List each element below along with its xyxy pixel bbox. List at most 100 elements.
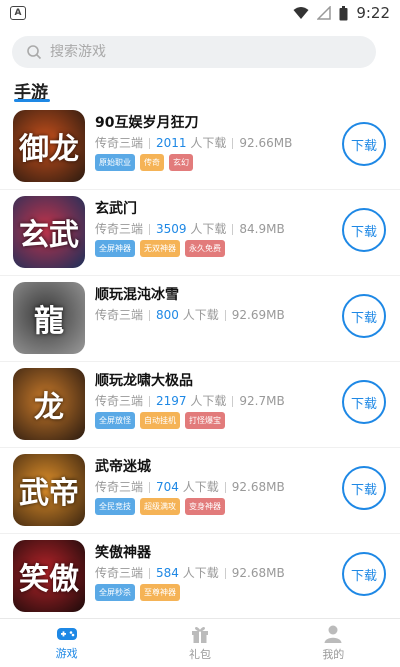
a-icon: A <box>10 6 26 20</box>
game-name[interactable]: 顺玩龙啸大极品 <box>95 370 193 390</box>
download-button[interactable]: 下载 <box>342 294 386 338</box>
game-icon[interactable]: 武帝 <box>13 454 85 526</box>
game-category: 传奇三端 <box>95 222 144 236</box>
download-suffix: 人下载 <box>186 136 227 150</box>
tag-list: 全民竞技 超级满攻 变身神器 <box>95 498 225 515</box>
game-icon-art: 龙 <box>34 390 64 425</box>
download-suffix: 人下载 <box>178 566 219 580</box>
game-list-item[interactable]: 笑傲 笑傲神器 传奇三端 584 人下载 92.68MB 全屏秒杀 至尊神器 下载 <box>0 534 400 620</box>
section-underline <box>14 99 50 102</box>
game-category: 传奇三端 <box>95 308 144 322</box>
game-tag: 超级满攻 <box>140 498 180 515</box>
game-size: 92.7MB <box>239 394 285 408</box>
game-size: 84.9MB <box>239 222 285 236</box>
download-suffix: 人下载 <box>186 394 227 408</box>
download-button[interactable]: 下载 <box>342 552 386 596</box>
game-name[interactable]: 顺玩混沌冰雪 <box>95 284 179 304</box>
bottom-nav: 游戏 礼包 我的 <box>0 618 400 667</box>
download-count: 704 <box>156 480 179 494</box>
divider <box>149 310 151 321</box>
game-icon-art: 御龙 <box>19 132 79 167</box>
game-tag: 全屏神器 <box>95 240 135 257</box>
game-meta: 传奇三端 704 人下载 92.68MB <box>95 478 285 495</box>
battery-icon <box>339 5 348 20</box>
game-category: 传奇三端 <box>95 480 144 494</box>
download-count: 584 <box>156 566 179 580</box>
game-list-item[interactable]: 御龙 90互娱岁月狂刀传奇三端 2011 人下载 92.66MB 原始职业 传奇 玄幻 下载 <box>0 104 400 190</box>
game-name[interactable]: 武帝迷城 <box>95 456 151 476</box>
download-button[interactable]: 下载 <box>342 208 386 252</box>
divider <box>232 396 234 407</box>
game-name[interactable]: 90互娱岁月狂刀 <box>95 112 198 132</box>
game-icon-art: 武帝 <box>19 476 79 511</box>
nav-label: 游戏 <box>55 647 78 660</box>
game-size: 92.68MB <box>231 566 285 580</box>
game-tag: 自动挂机 <box>140 412 180 429</box>
game-icon[interactable]: 龙 <box>13 368 85 440</box>
divider <box>149 568 151 579</box>
nav-item-gamepad[interactable]: 游戏 <box>0 619 133 667</box>
game-icon[interactable]: 龍 <box>13 282 85 354</box>
divider <box>224 568 226 579</box>
game-category: 传奇三端 <box>95 394 144 408</box>
game-tag: 变身神器 <box>185 498 225 515</box>
tag-list: 全屏秒杀 至尊神器 <box>95 584 180 601</box>
gift-icon <box>191 627 208 643</box>
game-list-item[interactable]: 龙 顺玩龙啸大极品传奇三端 2197 人下载 92.7MB 全屏放怪 自动挂机 打怪爆宝 下载 <box>0 362 400 448</box>
divider <box>149 482 151 493</box>
game-icon[interactable]: 玄武 <box>13 196 85 268</box>
game-tag: 全民竞技 <box>95 498 135 515</box>
game-meta: 传奇三端 800 人下载 92.69MB <box>95 306 285 323</box>
game-tag: 永久免费 <box>185 240 225 257</box>
nav-item-gift[interactable]: 礼包 <box>133 619 266 667</box>
game-category: 传奇三端 <box>95 136 144 150</box>
game-icon[interactable]: 笑傲 <box>13 540 85 612</box>
search-box[interactable] <box>12 36 376 68</box>
game-tag: 传奇 <box>140 154 164 171</box>
game-meta: 传奇三端 2011 人下载 92.66MB <box>95 134 292 151</box>
download-count: 800 <box>156 308 179 322</box>
game-list-item[interactable]: 龍 顺玩混沌冰雪 传奇三端 800 人下载 92.69MB 下载 <box>0 276 400 362</box>
game-list-item[interactable]: 武帝 武帝迷城传奇三端 704 人下载 92.68MB 全民竞技 超级满攻 变身神器 下载 <box>0 448 400 534</box>
divider <box>149 224 151 235</box>
download-count: 3509 <box>156 222 187 236</box>
game-tag: 至尊神器 <box>140 584 180 601</box>
game-list-item[interactable]: 玄武 玄武门 传奇三端 3509 人下载 84.9MB 全屏神器 无双神器 永久免费 下载 <box>0 190 400 276</box>
search-input[interactable] <box>50 44 350 60</box>
game-meta: 传奇三端 584 人下载 92.68MB <box>95 564 285 581</box>
user-icon <box>324 625 342 643</box>
game-size: 92.68MB <box>231 480 285 494</box>
divider <box>149 138 151 149</box>
download-count: 2011 <box>156 136 187 150</box>
game-size: 92.66MB <box>239 136 293 150</box>
tag-list: 原始职业 传奇 玄幻 <box>95 154 193 171</box>
game-meta: 传奇三端 2197 人下载 92.7MB <box>95 392 285 409</box>
tag-list: 全屏放怪 自动挂机 打怪爆宝 <box>95 412 225 429</box>
divider <box>232 138 234 149</box>
game-icon-art: 笑傲 <box>19 562 79 597</box>
download-count: 2197 <box>156 394 187 408</box>
game-size: 92.69MB <box>231 308 285 322</box>
game-tag: 原始职业 <box>95 154 135 171</box>
divider <box>224 310 226 321</box>
nav-label: 礼包 <box>188 648 211 661</box>
gamepad-icon <box>56 628 77 640</box>
tag-list: 全屏神器 无双神器 永久免费 <box>95 240 225 257</box>
download-button[interactable]: 下载 <box>342 122 386 166</box>
game-name[interactable]: 笑傲神器 <box>95 542 151 562</box>
game-meta: 传奇三端 3509 人下载 84.9MB <box>95 220 285 237</box>
divider <box>232 224 234 235</box>
game-icon[interactable]: 御龙 <box>13 110 85 182</box>
game-name[interactable]: 玄武门 <box>95 198 137 218</box>
download-suffix: 人下载 <box>178 480 219 494</box>
game-tag: 全屏放怪 <box>95 412 135 429</box>
status-bar: A 9:22 <box>0 0 400 26</box>
download-button[interactable]: 下载 <box>342 380 386 424</box>
search-icon <box>27 45 42 60</box>
divider <box>149 396 151 407</box>
game-list: 御龙 90互娱岁月狂刀 传奇三端 2011 人下载 92.66MB 原始职业 传奇 玄幻 下载玄… <box>0 104 400 620</box>
wifi-icon <box>293 7 309 19</box>
nav-item-user[interactable]: 我的 <box>267 619 400 667</box>
signal-icon <box>317 6 332 20</box>
download-button[interactable]: 下载 <box>342 466 386 510</box>
